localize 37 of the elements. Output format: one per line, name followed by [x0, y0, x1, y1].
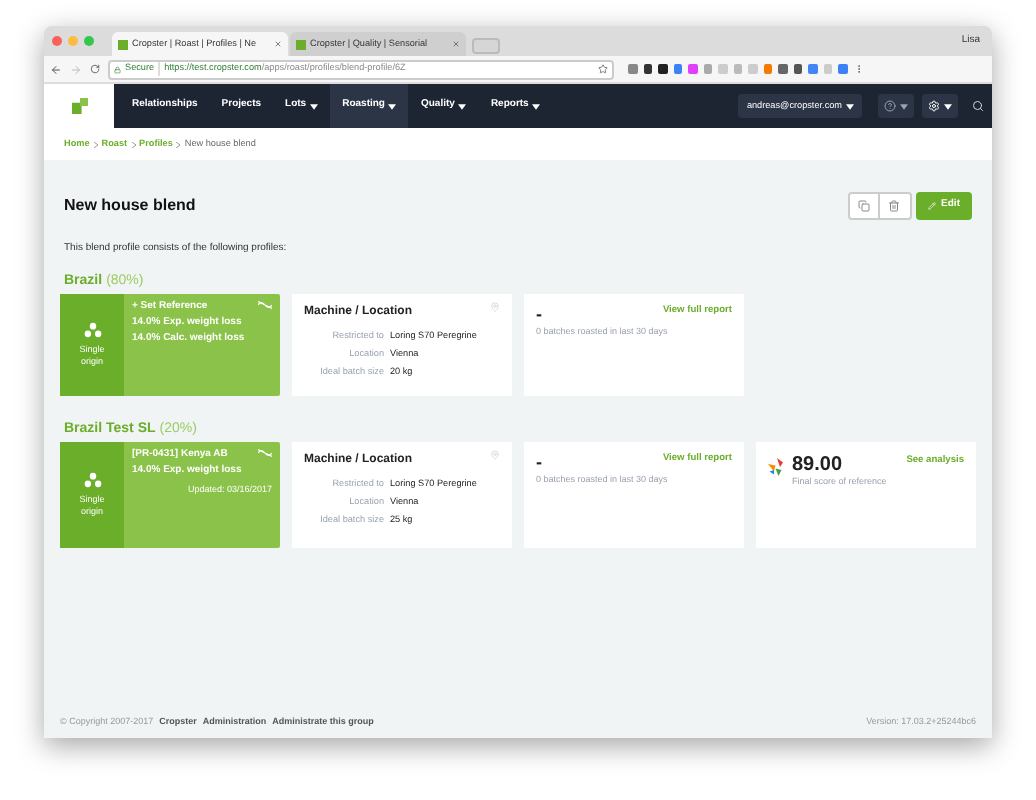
- settings-icon: [928, 100, 940, 112]
- batches-value: -: [536, 303, 542, 323]
- curve-icon[interactable]: [258, 447, 272, 457]
- batches-value: -: [536, 451, 542, 471]
- search-icon[interactable]: [972, 100, 984, 112]
- logo-icon[interactable]: [71, 98, 87, 114]
- help-menu-button[interactable]: [878, 94, 914, 118]
- help-icon: [884, 100, 896, 112]
- tab-favicon-icon: [118, 39, 128, 49]
- chevron-icon: [176, 141, 181, 147]
- coffee-beans-icon: [83, 471, 101, 487]
- forward-icon[interactable]: [70, 63, 82, 75]
- tab-favicon-icon: [296, 39, 306, 49]
- maximize-window-button[interactable]: [84, 36, 94, 46]
- caret-icon: [846, 103, 854, 109]
- chevron-icon: [93, 141, 98, 147]
- back-icon[interactable]: [50, 63, 62, 75]
- location-pin-icon: [490, 301, 500, 311]
- score-value: 89.00: [792, 453, 843, 475]
- close-window-button[interactable]: [52, 36, 62, 46]
- location-pin-icon: [490, 449, 500, 459]
- new-tab-button[interactable]: [472, 38, 500, 54]
- minimize-window-button[interactable]: [68, 36, 78, 46]
- caret-icon: [900, 103, 908, 109]
- colored-shape-icon: [768, 457, 786, 475]
- pencil-icon: [927, 202, 936, 210]
- trash-icon: [888, 200, 901, 212]
- settings-menu-button[interactable]: [922, 94, 958, 118]
- page-title: New house blend: [64, 194, 196, 218]
- coffee-beans-icon: [83, 321, 101, 337]
- lock-icon: [114, 65, 121, 73]
- curve-icon[interactable]: [258, 299, 272, 309]
- caret-icon: [944, 103, 952, 109]
- reload-icon[interactable]: [90, 64, 100, 74]
- chevron-icon: [131, 141, 136, 147]
- bookmark-star-icon[interactable]: [598, 64, 608, 74]
- copy-icon: [857, 200, 870, 212]
